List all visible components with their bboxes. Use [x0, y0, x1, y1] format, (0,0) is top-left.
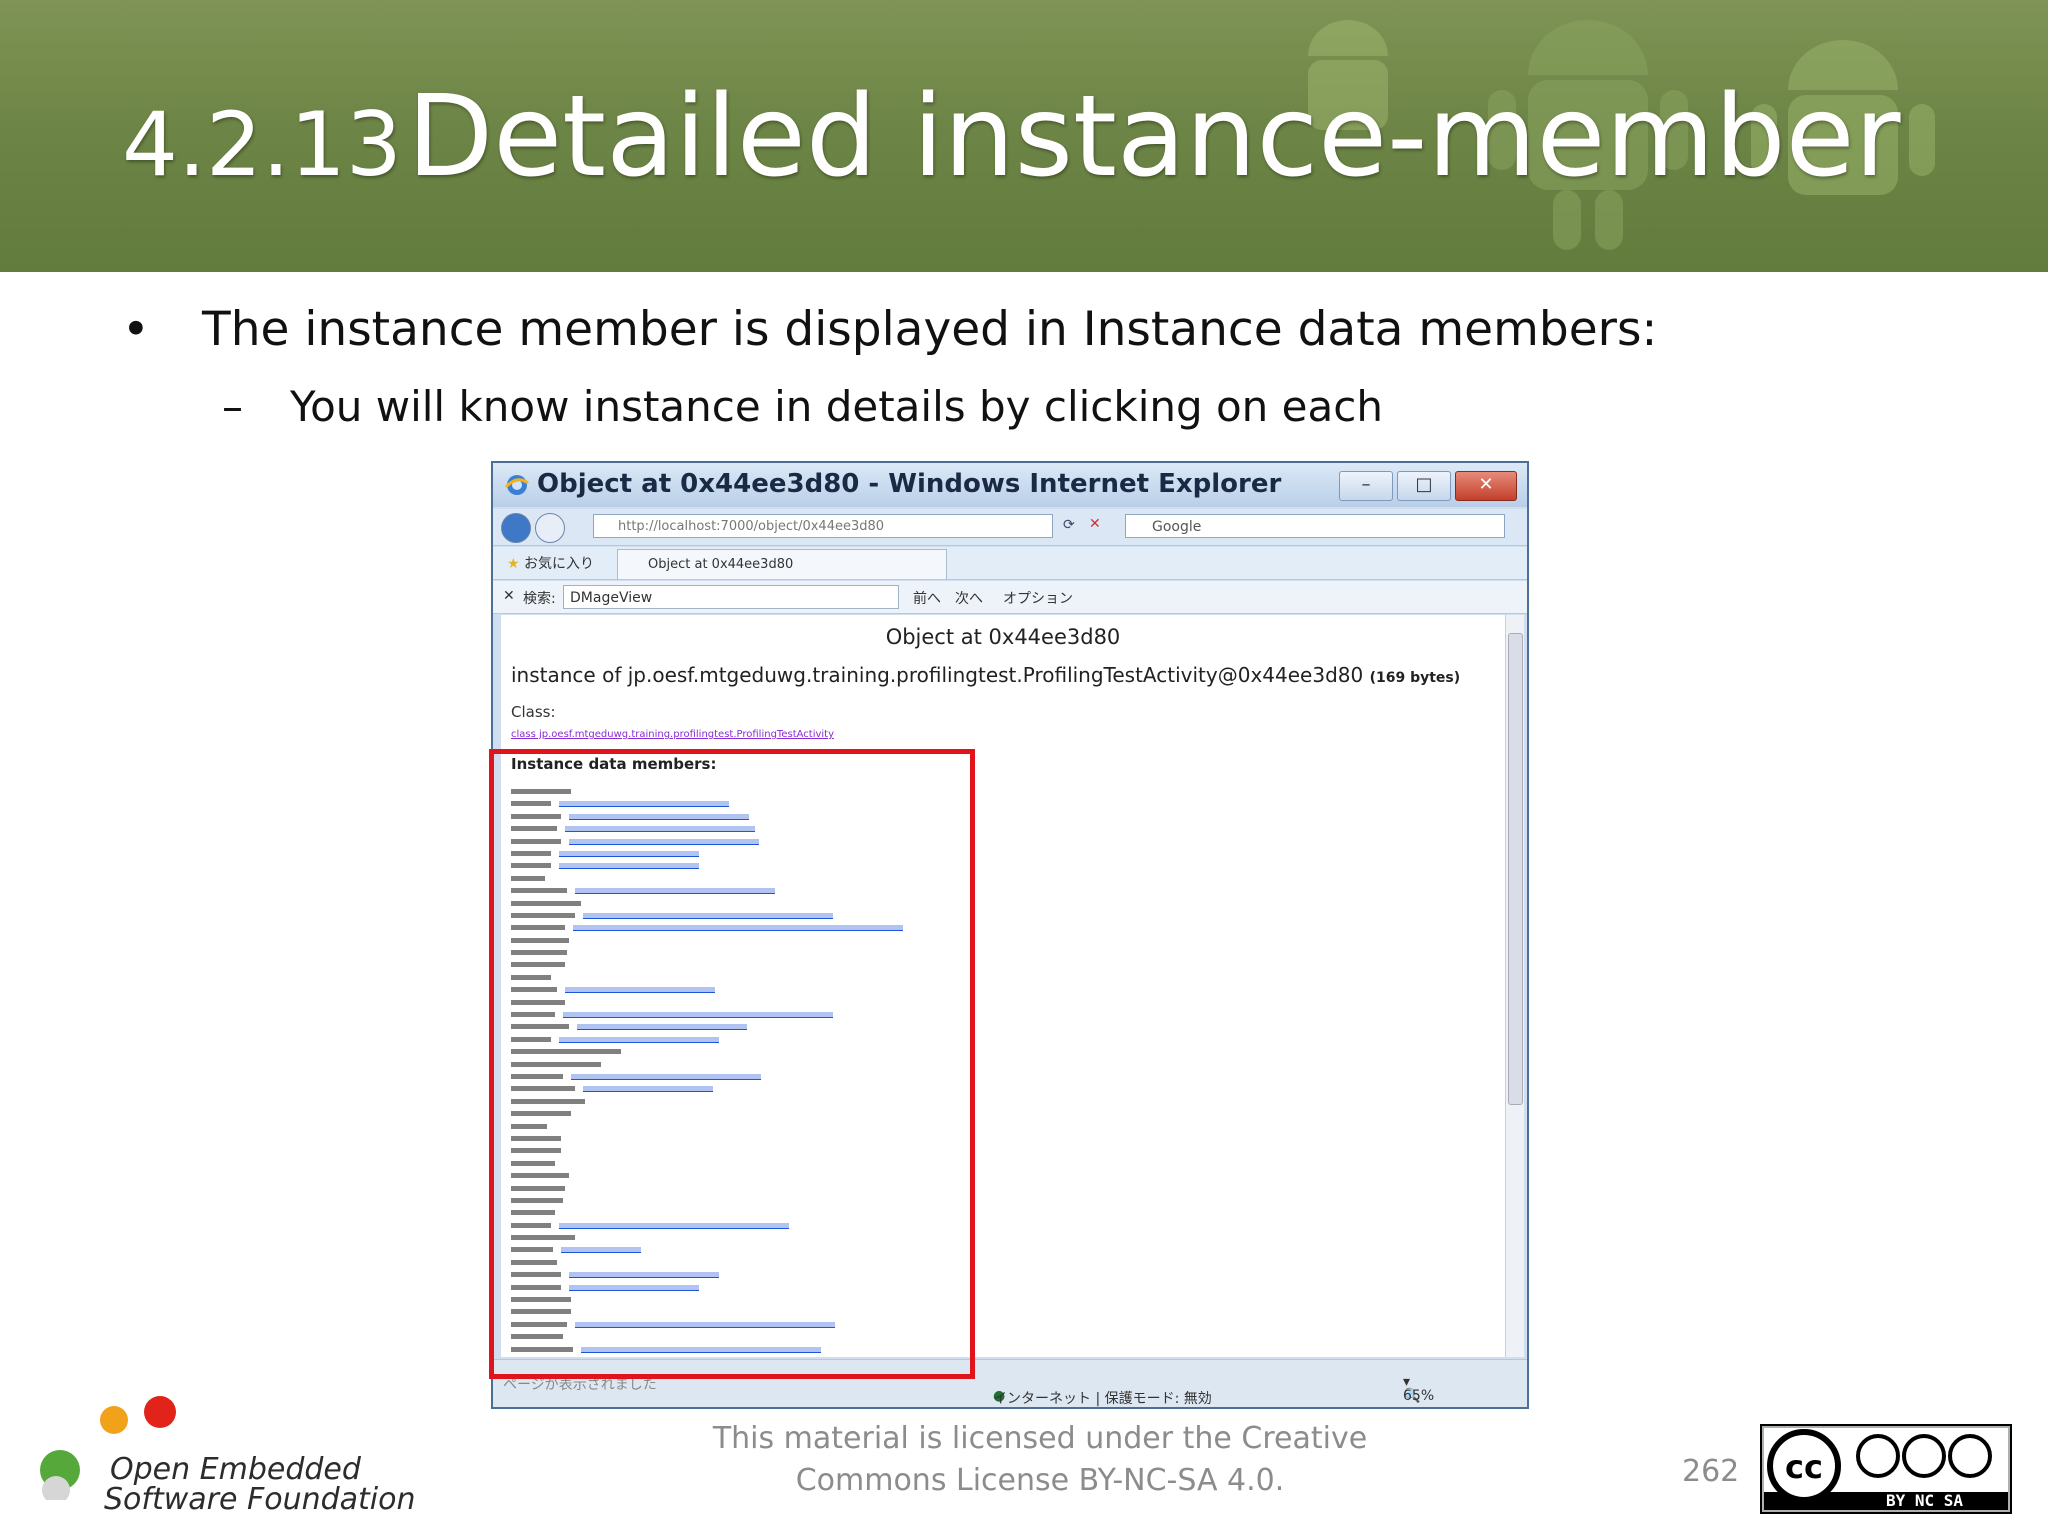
- favorites-label: お気に入り: [524, 556, 595, 572]
- bullet-dash: –: [222, 382, 243, 431]
- browser-tab[interactable]: Object at 0x44ee3d80: [617, 549, 947, 579]
- svg-text:cc: cc: [1785, 1448, 1823, 1486]
- refresh-icon[interactable]: ⟳: [1063, 517, 1075, 533]
- find-close-icon[interactable]: ✕: [503, 588, 515, 604]
- zoom-level[interactable]: 🔍 65% ▾: [1403, 1374, 1434, 1404]
- instance-size: (169 bytes): [1369, 670, 1461, 686]
- zoom-text: 65%: [1403, 1388, 1435, 1404]
- find-label: 検索:: [523, 591, 556, 607]
- bullet-level-2: – You will know instance in details by cl…: [222, 382, 1383, 431]
- bullet-level-1: • The instance member is displayed in Ins…: [122, 302, 1657, 357]
- license-footer: This material is licensed under the Crea…: [712, 1421, 1368, 1498]
- cc-license-badge: cc BY NC SA: [1760, 1424, 2012, 1514]
- class-label: Class:: [511, 703, 556, 721]
- scrollbar-thumb[interactable]: [1508, 633, 1523, 1105]
- cc-terms: BY NC SA: [1886, 1491, 1963, 1510]
- address-input[interactable]: http://localhost:7000/object/0x44ee3d80: [593, 514, 1053, 538]
- find-next-button[interactable]: 次へ: [955, 588, 983, 608]
- window-title: Object at 0x44ee3d80 - Windows Internet …: [537, 469, 1282, 499]
- find-bar: ✕ 検索: DMageView 前へ 次へ オプション: [493, 581, 1527, 614]
- security-zone-text: インターネット | 保護モード: 無効: [993, 1391, 1212, 1407]
- back-button[interactable]: [501, 513, 531, 543]
- ie-icon: [505, 475, 529, 495]
- bullet-1-text: The instance member is displayed in Inst…: [202, 302, 1658, 357]
- stop-icon[interactable]: ✕: [1089, 516, 1101, 532]
- find-prev-button[interactable]: 前へ: [913, 588, 941, 608]
- forward-button[interactable]: [535, 513, 565, 543]
- star-icon: ★: [507, 556, 520, 572]
- page-number: 262: [1682, 1454, 1740, 1489]
- instance-of-text: instance of jp.oesf.mtgeduwg.training.pr…: [511, 663, 1364, 687]
- instance-line: instance of jp.oesf.mtgeduwg.training.pr…: [511, 663, 1460, 687]
- slide-title: 4.2.13 Detailed instance-member: [122, 72, 1901, 202]
- address-bar-row: http://localhost:7000/object/0x44ee3d80 …: [493, 509, 1527, 546]
- minimize-button[interactable]: –: [1339, 471, 1393, 501]
- bullet-2-text: You will know instance in details by cli…: [290, 382, 1383, 431]
- object-heading: Object at 0x44ee3d80: [885, 625, 1121, 649]
- slide-header: 4.2.13 Detailed instance-member: [0, 0, 2048, 272]
- class-link[interactable]: class jp.oesf.mtgeduwg.training.profilin…: [511, 729, 834, 740]
- maximize-button[interactable]: □: [1397, 471, 1451, 501]
- find-options-button[interactable]: オプション: [1003, 588, 1073, 608]
- find-input[interactable]: DMageView: [563, 585, 899, 609]
- close-button[interactable]: ✕: [1455, 471, 1517, 501]
- window-titlebar: Object at 0x44ee3d80 - Windows Internet …: [493, 463, 1527, 507]
- title-text: Detailed instance-member: [407, 72, 1901, 202]
- oesf-logo: Open Embedded Software Foundation: [40, 1390, 416, 1530]
- logo-line-2: Software Foundation: [104, 1482, 416, 1517]
- vertical-scrollbar[interactable]: [1505, 615, 1524, 1357]
- bullet-dot: •: [122, 302, 150, 357]
- favorites-button[interactable]: ★ お気に入り: [507, 553, 594, 573]
- favorites-bar: ★ お気に入り Object at 0x44ee3d80: [493, 547, 1527, 580]
- title-number: 4.2.13: [122, 93, 402, 196]
- search-box[interactable]: Google: [1125, 514, 1505, 538]
- oesf-logo-dot: [144, 1396, 176, 1428]
- highlight-box: [489, 749, 975, 1379]
